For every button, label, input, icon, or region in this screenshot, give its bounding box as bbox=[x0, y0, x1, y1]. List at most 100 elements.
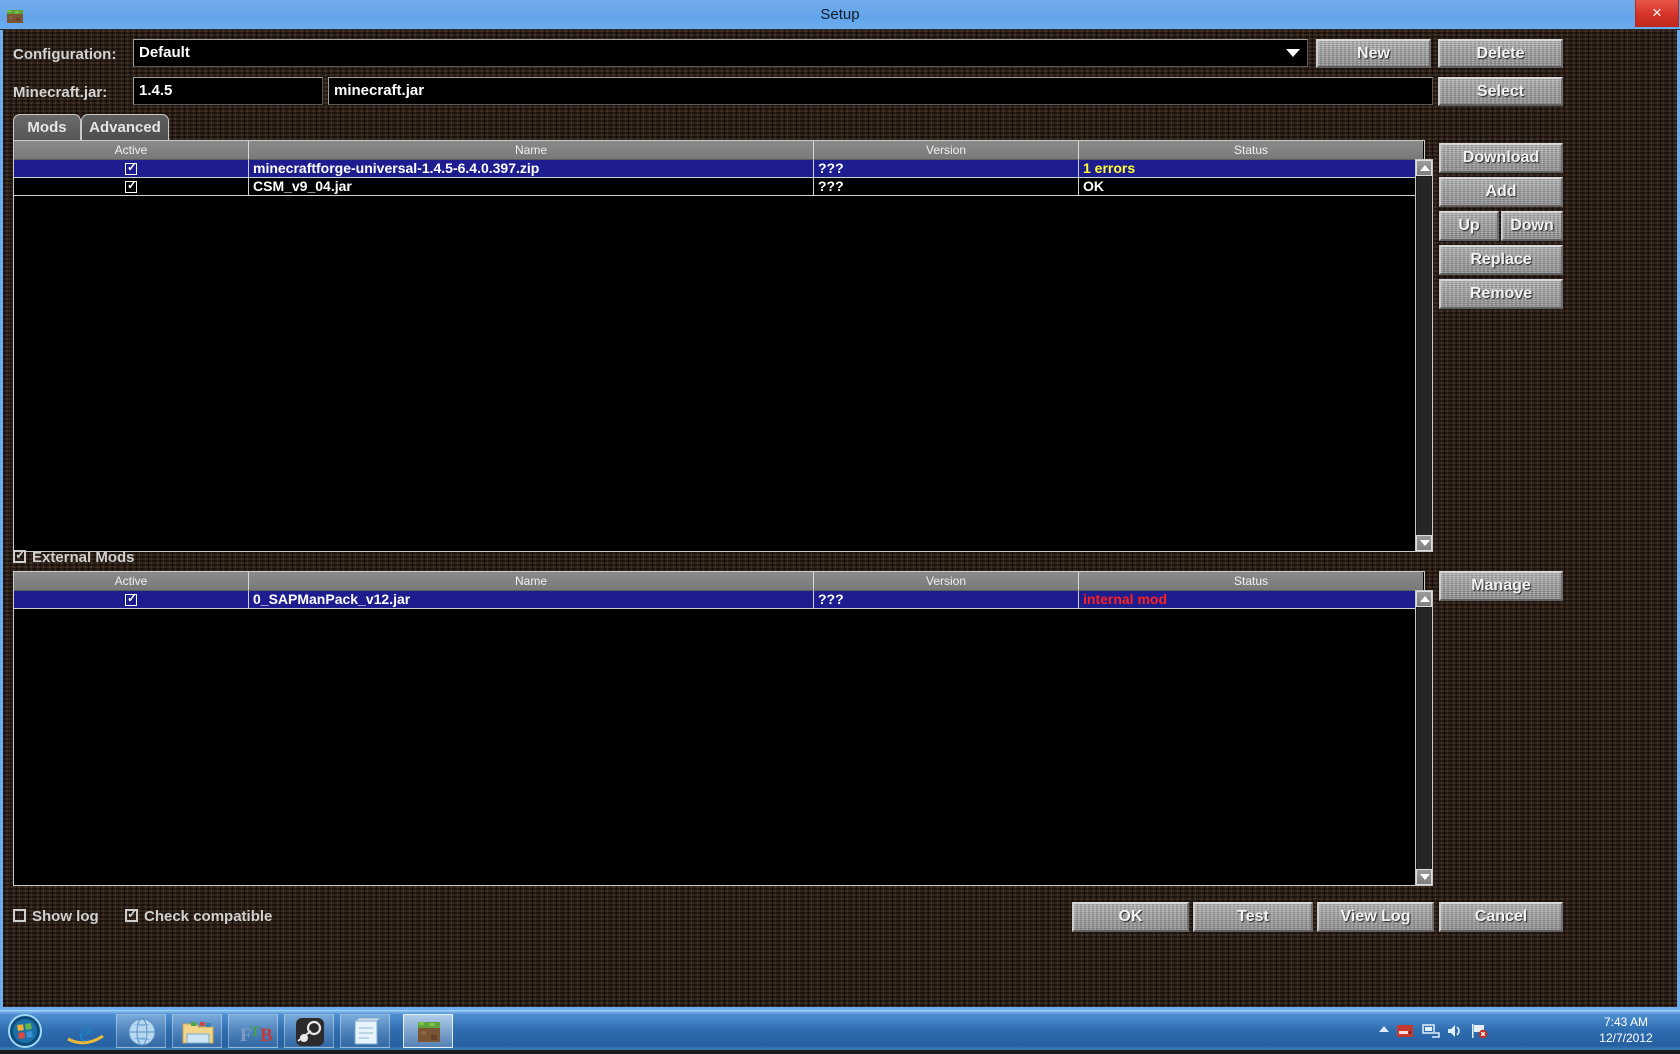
check-compatible-label: Check compatible bbox=[144, 908, 273, 925]
scroll-up-icon[interactable] bbox=[1416, 591, 1432, 607]
external-mods-toggle[interactable]: External Mods bbox=[13, 547, 135, 566]
mods-scrollbar-track[interactable] bbox=[1417, 177, 1431, 536]
remove-button[interactable]: Remove bbox=[1439, 279, 1563, 309]
row-name: CSM_v9_04.jar bbox=[249, 178, 814, 196]
scroll-down-icon[interactable] bbox=[1416, 535, 1432, 551]
add-button[interactable]: Add bbox=[1439, 177, 1563, 207]
volume-icon[interactable] bbox=[1446, 1023, 1464, 1039]
new-button[interactable]: New bbox=[1316, 39, 1431, 68]
folder-explorer-icon bbox=[182, 1022, 214, 1044]
column-header-active[interactable]: Active bbox=[14, 572, 249, 591]
delete-button[interactable]: Delete bbox=[1438, 39, 1563, 68]
checkbox-icon[interactable] bbox=[125, 591, 137, 606]
window-title: Setup bbox=[820, 6, 860, 23]
row-status: OK bbox=[1079, 178, 1423, 196]
scroll-up-icon[interactable] bbox=[1416, 160, 1432, 176]
row-name: minecraftforge-universal-1.4.5-6.4.0.397… bbox=[249, 160, 814, 178]
checkbox-icon[interactable] bbox=[125, 906, 138, 922]
setup-window: Setup × Configuration: Default New Delet… bbox=[0, 0, 1680, 1010]
svg-text:B: B bbox=[260, 1025, 273, 1046]
minecraft-jar-label: Minecraft.jar: bbox=[13, 84, 108, 101]
steam-icon bbox=[296, 1018, 324, 1046]
view-log-button[interactable]: View Log bbox=[1317, 902, 1434, 932]
row-active-checkbox[interactable] bbox=[14, 591, 249, 609]
taskbar: e F T B 7:43 AM 12/7/2012 bbox=[0, 1010, 1680, 1050]
download-button[interactable]: Download bbox=[1439, 143, 1563, 173]
show-log-toggle[interactable]: Show log bbox=[13, 908, 99, 925]
scroll-down-icon[interactable] bbox=[1416, 869, 1432, 885]
column-header-status[interactable]: Status bbox=[1079, 572, 1423, 591]
system-tray: 7:43 AM 12/7/2012 bbox=[1370, 1011, 1680, 1051]
table-row[interactable]: CSM_v9_04.jar ??? OK bbox=[14, 178, 1424, 196]
checkbox-icon[interactable] bbox=[13, 547, 26, 563]
external-mods-table-header: Active Name Version Status bbox=[14, 572, 1423, 591]
up-button[interactable]: Up bbox=[1439, 211, 1499, 241]
row-status: internal mod bbox=[1079, 591, 1423, 609]
configuration-combobox[interactable]: Default bbox=[133, 39, 1308, 67]
internet-explorer-icon: e bbox=[67, 1017, 104, 1047]
network-icon[interactable] bbox=[1422, 1023, 1440, 1039]
column-header-status[interactable]: Status bbox=[1079, 141, 1423, 160]
title-bar: Setup × bbox=[0, 0, 1680, 30]
external-mods-scrollbar[interactable] bbox=[1415, 590, 1433, 886]
row-status: 1 errors bbox=[1079, 160, 1423, 178]
flag-alert-icon[interactable] bbox=[1470, 1023, 1488, 1039]
row-version: ??? bbox=[814, 160, 1079, 178]
column-header-version[interactable]: Version bbox=[814, 572, 1079, 591]
clock-date: 12/7/2012 bbox=[1599, 1031, 1653, 1045]
chevron-down-icon[interactable] bbox=[1286, 49, 1300, 57]
table-row[interactable]: minecraftforge-universal-1.4.5-6.4.0.397… bbox=[14, 160, 1424, 178]
table-row[interactable]: 0_SAPManPack_v12.jar ??? internal mod bbox=[14, 591, 1424, 609]
tab-advanced[interactable]: Advanced bbox=[81, 114, 169, 140]
mods-scrollbar[interactable] bbox=[1415, 159, 1433, 552]
windows-start-orb-icon[interactable] bbox=[5, 1013, 45, 1049]
replace-button[interactable]: Replace bbox=[1439, 245, 1563, 275]
svg-text:T: T bbox=[250, 1024, 260, 1040]
external-mods-scrollbar-track[interactable] bbox=[1417, 608, 1431, 870]
external-mods-table: Active Name Version Status 0_SAPManPack_… bbox=[13, 571, 1425, 886]
mods-table-header: Active Name Version Status bbox=[14, 141, 1423, 160]
manage-button[interactable]: Manage bbox=[1439, 571, 1563, 601]
row-active-checkbox[interactable] bbox=[14, 160, 249, 178]
ftb-launcher-icon: F T B bbox=[240, 1024, 273, 1046]
show-log-label: Show log bbox=[32, 908, 99, 925]
taskbar-item-minecraft[interactable] bbox=[403, 1014, 453, 1048]
select-button[interactable]: Select bbox=[1438, 77, 1563, 106]
checkbox-icon[interactable] bbox=[125, 160, 137, 175]
ok-button[interactable]: OK bbox=[1072, 902, 1189, 932]
clock-time: 7:43 AM bbox=[1603, 1015, 1649, 1029]
minecraft-grass-block-icon bbox=[418, 1022, 440, 1042]
jar-path-field[interactable]: minecraft.jar bbox=[328, 77, 1433, 105]
taskbar-item-feed-the-beast-launcher[interactable]: F T B bbox=[228, 1014, 278, 1048]
tab-mods[interactable]: Mods bbox=[13, 114, 81, 140]
row-version: ??? bbox=[814, 178, 1079, 196]
clock[interactable]: 7:43 AM 12/7/2012 bbox=[1580, 1014, 1672, 1048]
column-header-active[interactable]: Active bbox=[14, 141, 249, 160]
row-active-checkbox[interactable] bbox=[14, 178, 249, 196]
down-button[interactable]: Down bbox=[1501, 211, 1563, 241]
cancel-button[interactable]: Cancel bbox=[1439, 902, 1563, 932]
removable-media-icon[interactable] bbox=[1396, 1023, 1414, 1039]
taskbar-item-browser-globe[interactable] bbox=[116, 1014, 166, 1048]
test-button[interactable]: Test bbox=[1193, 902, 1313, 932]
taskbar-item-internet-explorer[interactable]: e bbox=[60, 1014, 110, 1048]
column-header-version[interactable]: Version bbox=[814, 141, 1079, 160]
checkbox-icon[interactable] bbox=[125, 178, 137, 193]
row-name: 0_SAPManPack_v12.jar bbox=[249, 591, 814, 609]
taskbar-item-windows-explorer[interactable] bbox=[172, 1014, 222, 1048]
dialog-body: Configuration: Default New Delete Minecr… bbox=[0, 30, 1680, 1010]
globe-browser-icon bbox=[128, 1018, 156, 1046]
taskbar-item-steam[interactable] bbox=[284, 1014, 334, 1048]
close-icon[interactable]: × bbox=[1635, 0, 1679, 27]
external-mods-label: External Mods bbox=[32, 549, 135, 566]
configuration-label: Configuration: bbox=[13, 46, 117, 63]
check-compatible-toggle[interactable]: Check compatible bbox=[125, 906, 273, 925]
chevron-up-icon[interactable] bbox=[1378, 1023, 1390, 1035]
column-header-name[interactable]: Name bbox=[249, 572, 814, 591]
taskbar-item-notepad[interactable] bbox=[340, 1014, 390, 1048]
notepad-icon bbox=[353, 1017, 383, 1045]
mods-table: Active Name Version Status minecraftforg… bbox=[13, 140, 1425, 552]
column-header-name[interactable]: Name bbox=[249, 141, 814, 160]
version-field[interactable]: 1.4.5 bbox=[133, 77, 323, 105]
checkbox-icon[interactable] bbox=[13, 909, 26, 922]
